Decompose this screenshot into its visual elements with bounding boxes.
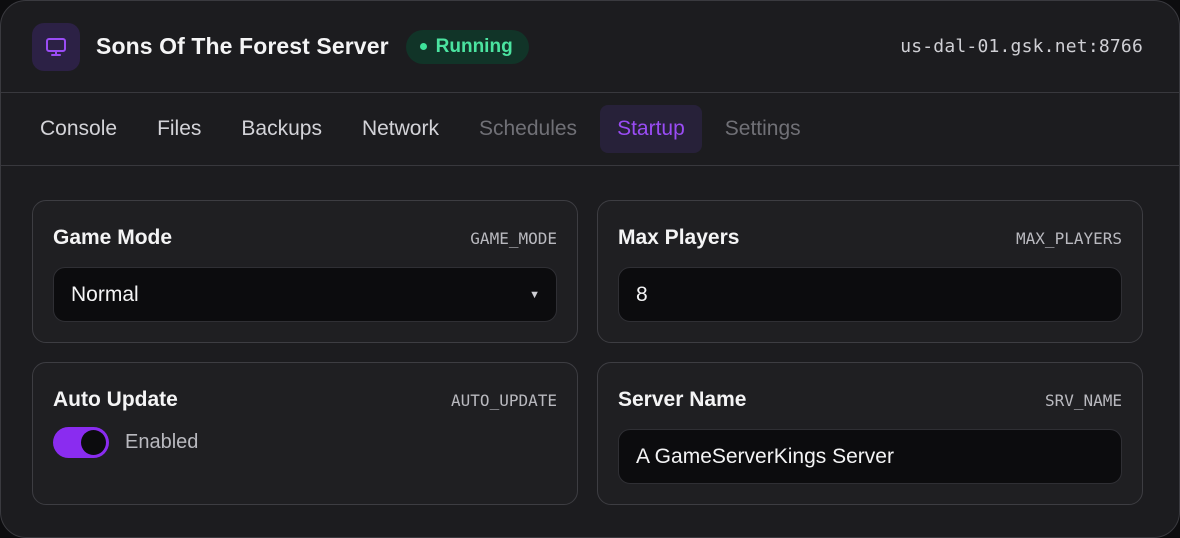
tab-network[interactable]: Network [345, 105, 456, 153]
startup-variables: Game Mode GAME_MODE Normal ▼ Max Players… [1, 166, 1179, 537]
monitor-icon [32, 22, 80, 71]
tab-bar: Console Files Backups Network Schedules … [1, 93, 1179, 166]
auto-update-card: Auto Update AUTO_UPDATE Enabled [32, 362, 578, 505]
tab-settings[interactable]: Settings [708, 105, 818, 153]
chevron-down-icon: ▼ [529, 288, 540, 301]
variable-name: SRV_NAME [1044, 390, 1122, 410]
card-title: Auto Update [53, 388, 178, 411]
game-mode-value: Normal [71, 282, 139, 306]
variable-name: AUTO_UPDATE [451, 390, 557, 410]
variable-name: MAX_PLAYERS [1016, 228, 1122, 248]
server-name-value: A GameServerKings Server [636, 444, 894, 468]
tab-schedules[interactable]: Schedules [462, 105, 594, 153]
variable-name: GAME_MODE [470, 228, 557, 248]
status-text: Running [435, 35, 513, 57]
game-mode-card: Game Mode GAME_MODE Normal ▼ [32, 200, 578, 343]
card-title: Max Players [618, 226, 740, 249]
card-title: Game Mode [53, 226, 173, 249]
card-title: Server Name [618, 388, 747, 411]
tab-startup[interactable]: Startup [600, 105, 702, 153]
toggle-label: Enabled [125, 431, 199, 453]
max-players-value: 8 [636, 282, 648, 306]
tab-backups[interactable]: Backups [224, 105, 339, 153]
server-panel: Sons Of The Forest Server Running us-dal… [0, 0, 1180, 538]
game-mode-select[interactable]: Normal ▼ [53, 267, 557, 322]
server-address: us-dal-01.gsk.net:8766 [900, 36, 1143, 57]
server-title: Sons Of The Forest Server [96, 33, 389, 59]
tab-console[interactable]: Console [23, 105, 134, 153]
max-players-input[interactable]: 8 [618, 267, 1122, 322]
status-dot-icon [419, 43, 427, 50]
server-name-input[interactable]: A GameServerKings Server [618, 429, 1122, 484]
status-badge: Running [405, 29, 529, 64]
toggle-knob [81, 430, 106, 455]
max-players-card: Max Players MAX_PLAYERS 8 [597, 200, 1143, 343]
server-header: Sons Of The Forest Server Running us-dal… [1, 1, 1179, 93]
auto-update-toggle[interactable] [53, 427, 109, 458]
server-name-card: Server Name SRV_NAME A GameServerKings S… [597, 362, 1143, 505]
tab-files[interactable]: Files [140, 105, 218, 153]
